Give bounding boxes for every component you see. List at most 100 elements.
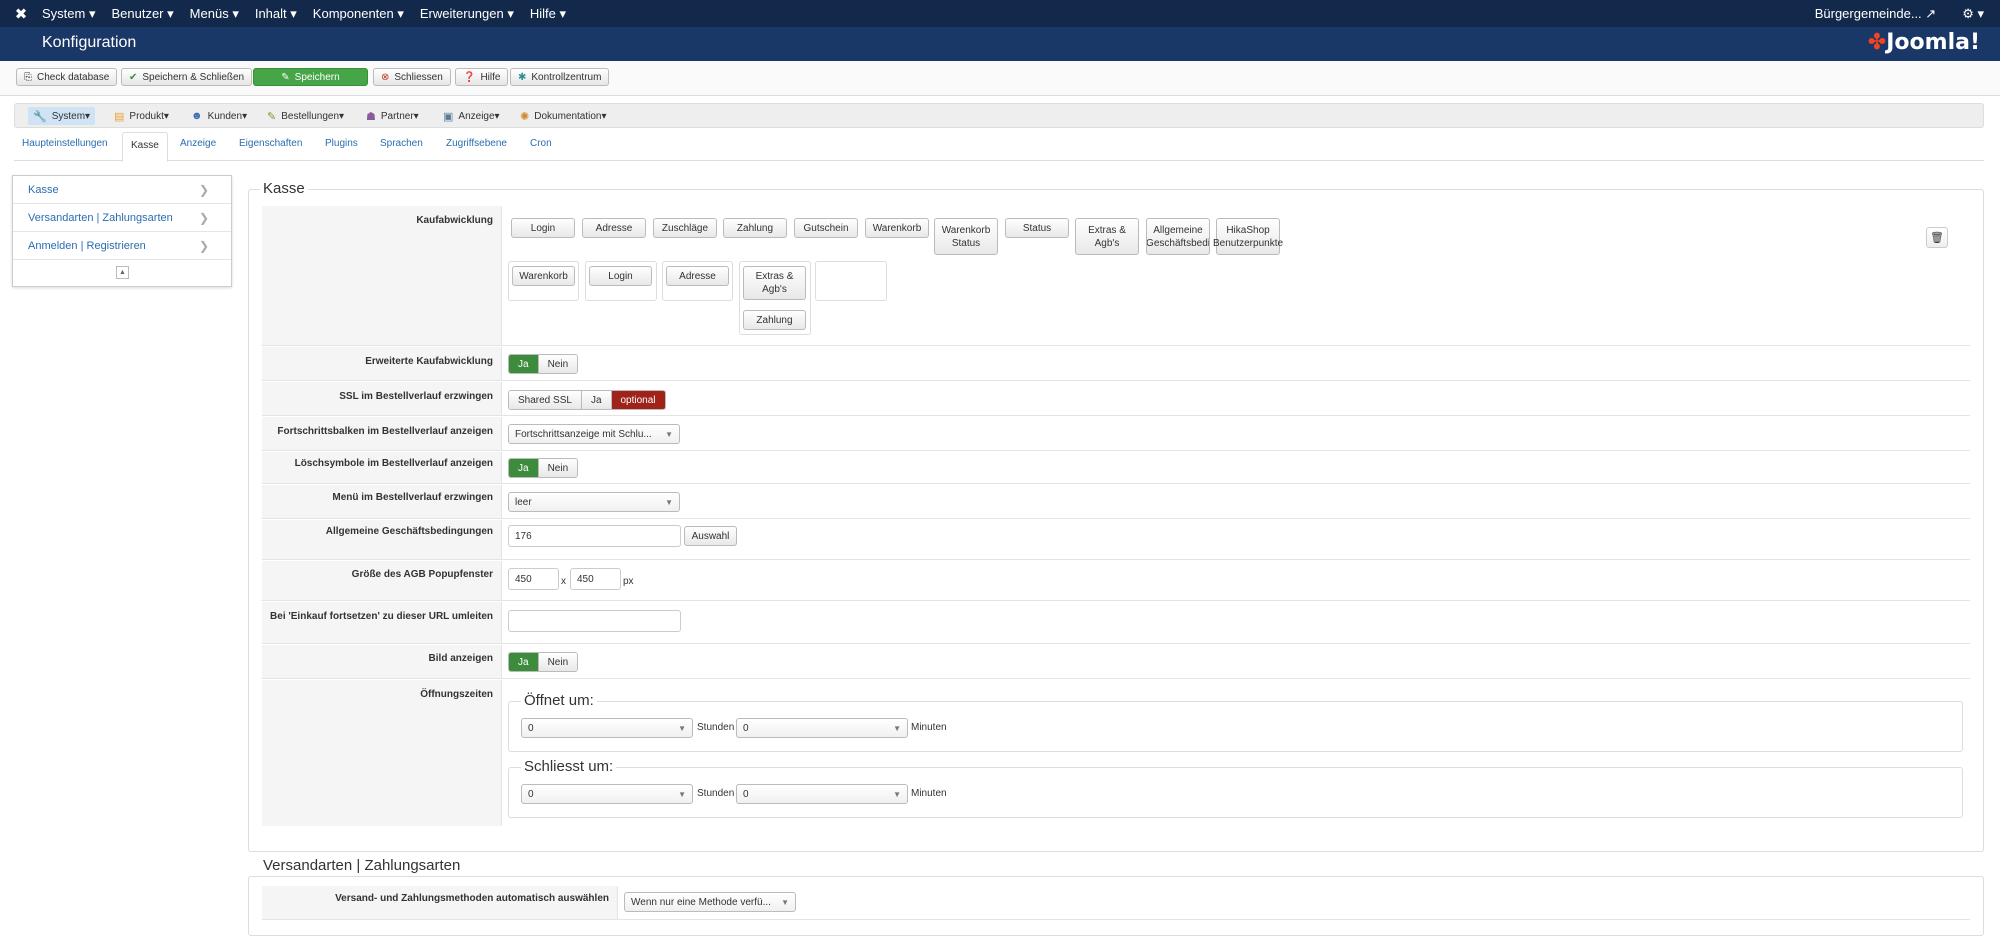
bild-ja[interactable]: Ja (509, 653, 539, 671)
hikanav-anzeige[interactable]: ▣ Anzeige ▾ (438, 107, 505, 125)
joomla-menu-icon[interactable]: ✖ (0, 0, 42, 27)
bild-toggle[interactable]: Ja Nein (508, 652, 579, 672)
kasse-legend: Kasse (260, 180, 308, 197)
tab-zugriffsebene[interactable]: Zugriffsebene (446, 138, 507, 149)
chevron-right-icon: ❯ (198, 182, 209, 197)
step-warenkorb-status[interactable]: Warenkorb Status (934, 218, 998, 255)
caret-down-icon: ▼ (665, 497, 673, 507)
bild-nein[interactable]: Nein (538, 653, 578, 671)
kaufabwicklung-label: Kaufabwicklung (416, 215, 493, 226)
close-button[interactable]: ⊗ Schliessen (373, 68, 451, 86)
opens-minute-select[interactable]: 0 ▼ (736, 718, 908, 738)
hikanav-bestellungen[interactable]: ✎ Bestellungen ▾ (262, 107, 349, 125)
chevron-right-icon: ❯ (198, 210, 209, 225)
popup-width-input[interactable]: 450 (508, 568, 559, 590)
step-warenkorb[interactable]: Warenkorb (865, 218, 929, 238)
wrench-icon: 🔧 (33, 110, 47, 123)
sidebar-collapse-icon[interactable]: ▲ (116, 266, 129, 279)
tab-haupteinstellungen[interactable]: Haupteinstellungen (22, 138, 108, 149)
product-icon: ▤ (114, 110, 125, 123)
box4-step-zahlung[interactable]: Zahlung (743, 310, 806, 330)
box3-step-adresse[interactable]: Adresse (666, 266, 729, 286)
joomla-logo: ✤Joomla! (1867, 30, 1980, 55)
progress-select[interactable]: Fortschrittsanzeige mit Schlu... ▼ (508, 424, 680, 444)
menu-erweiterungen[interactable]: Erweiterungen ▾ (420, 6, 514, 22)
hikanav-partner[interactable]: ☗ Partner ▾ (361, 107, 424, 125)
continue-url-input[interactable] (508, 610, 681, 632)
ssl-toggle[interactable]: Shared SSL Ja optional (508, 390, 666, 410)
orders-icon: ✎ (267, 110, 277, 123)
step-adresse[interactable]: Adresse (582, 218, 646, 238)
page-header: Konfiguration ✤Joomla! (0, 27, 2000, 61)
menu-select[interactable]: leer ▼ (508, 492, 680, 512)
erweiterte-toggle[interactable]: Ja Nein (508, 354, 579, 374)
ssl-shared[interactable]: Shared SSL (509, 391, 582, 409)
popup-height-input[interactable]: 450 (570, 568, 621, 590)
tab-kasse[interactable]: Kasse (122, 132, 168, 162)
sidebar-item-kasse[interactable]: Kasse ❯ (13, 176, 231, 204)
sidebar-item-versandarten[interactable]: Versandarten | Zahlungsarten ❯ (13, 204, 231, 232)
agb-input[interactable]: 176 (508, 525, 681, 547)
partner-icon: ☗ (366, 110, 376, 123)
trash-icon[interactable]: 🗑 (1926, 227, 1948, 248)
ssl-optional[interactable]: optional (611, 391, 665, 409)
section-sidebar: Kasse ❯ Versandarten | Zahlungsarten ❯ Anm… (12, 175, 232, 287)
step-box-empty[interactable] (815, 261, 887, 301)
tab-plugins[interactable]: Plugins (325, 138, 358, 149)
auto-method-select[interactable]: Wenn nur eine Methode verfü... ▼ (624, 892, 796, 912)
menu-hilfe[interactable]: Hilfe ▾ (530, 6, 566, 22)
loeschsymbole-ja[interactable]: Ja (509, 459, 539, 477)
menu-benutzer[interactable]: Benutzer ▾ (111, 6, 173, 22)
box1-step-warenkorb[interactable]: Warenkorb (512, 266, 575, 286)
step-extras-agbs[interactable]: Extras & Agb's (1075, 218, 1139, 255)
joomla-logo-icon: ✤ (1867, 30, 1887, 55)
save-button[interactable]: ✎ Speichern (253, 68, 368, 86)
step-status[interactable]: Status (1005, 218, 1069, 238)
tab-sprachen[interactable]: Sprachen (380, 138, 423, 149)
dashboard-icon: ✱ (518, 71, 527, 83)
hikanav-dokumentation[interactable]: ✺ Dokumentation ▾ (515, 107, 612, 125)
box2-step-login[interactable]: Login (589, 266, 652, 286)
menu-system[interactable]: System ▾ (42, 6, 95, 22)
menu-inhalt[interactable]: Inhalt ▾ (255, 6, 297, 22)
site-link[interactable]: Bürgergemeinde... ↗ (1815, 6, 1936, 22)
erweiterte-nein[interactable]: Nein (538, 355, 578, 373)
step-zuschlaege[interactable]: Zuschläge (653, 218, 717, 238)
help-button[interactable]: ❓ Hilfe (455, 68, 509, 86)
tab-eigenschaften[interactable]: Eigenschaften (239, 138, 302, 149)
settings-gear-icon[interactable]: ⚙ ▾ (1962, 6, 1984, 22)
step-login[interactable]: Login (511, 218, 575, 238)
step-gutschein[interactable]: Gutschein (794, 218, 858, 238)
loeschsymbole-toggle[interactable]: Ja Nein (508, 458, 579, 478)
menu-komponenten[interactable]: Komponenten ▾ (313, 6, 404, 22)
box4-step-extras[interactable]: Extras & Agb's (743, 266, 806, 300)
closes-hour-select[interactable]: 0 ▼ (521, 784, 693, 804)
step-allgemeine[interactable]: Allgemeine Geschäftsbedi (1146, 218, 1210, 255)
page-title: Konfiguration (42, 34, 137, 51)
agb-select-button[interactable]: Auswahl (684, 526, 737, 546)
step-zahlung[interactable]: Zahlung (723, 218, 787, 238)
check-icon: ✔ (129, 71, 138, 83)
tab-anzeige[interactable]: Anzeige (180, 138, 216, 149)
caret-down-icon: ▼ (665, 429, 673, 439)
erweiterte-ja[interactable]: Ja (509, 355, 539, 373)
loeschsymbole-nein[interactable]: Nein (538, 459, 578, 477)
hikanav-produkt[interactable]: ▤ Produkt ▾ (109, 107, 174, 125)
menu-menus[interactable]: Menüs ▾ (190, 6, 239, 22)
chevron-right-icon: ❯ (198, 238, 209, 253)
hikanav-kunden[interactable]: ☻ Kunden ▾ (186, 107, 252, 125)
row-auto-select: Versand- und Zahlungsmethoden automatisc… (262, 886, 1970, 920)
save-close-button[interactable]: ✔ Speichern & Schließen (121, 68, 253, 86)
check-database-button[interactable]: ⎘ Check database (16, 68, 118, 86)
database-icon: ⎘ (24, 71, 32, 83)
caret-down-icon: ▼ (893, 723, 901, 733)
step-benutzerpunkte[interactable]: HikaShop Benutzerpunkte (1213, 218, 1283, 255)
hikanav-system[interactable]: 🔧 System ▾ (28, 107, 96, 125)
closes-legend: Schliesst um: (521, 758, 617, 775)
control-center-button[interactable]: ✱ Kontrollzentrum (510, 68, 610, 86)
opens-hour-select[interactable]: 0 ▼ (521, 718, 693, 738)
closes-minute-select[interactable]: 0 ▼ (736, 784, 908, 804)
sidebar-item-anmelden[interactable]: Anmelden | Registrieren ❯ (13, 232, 231, 260)
ssl-ja[interactable]: Ja (581, 391, 612, 409)
tab-cron[interactable]: Cron (530, 138, 552, 149)
